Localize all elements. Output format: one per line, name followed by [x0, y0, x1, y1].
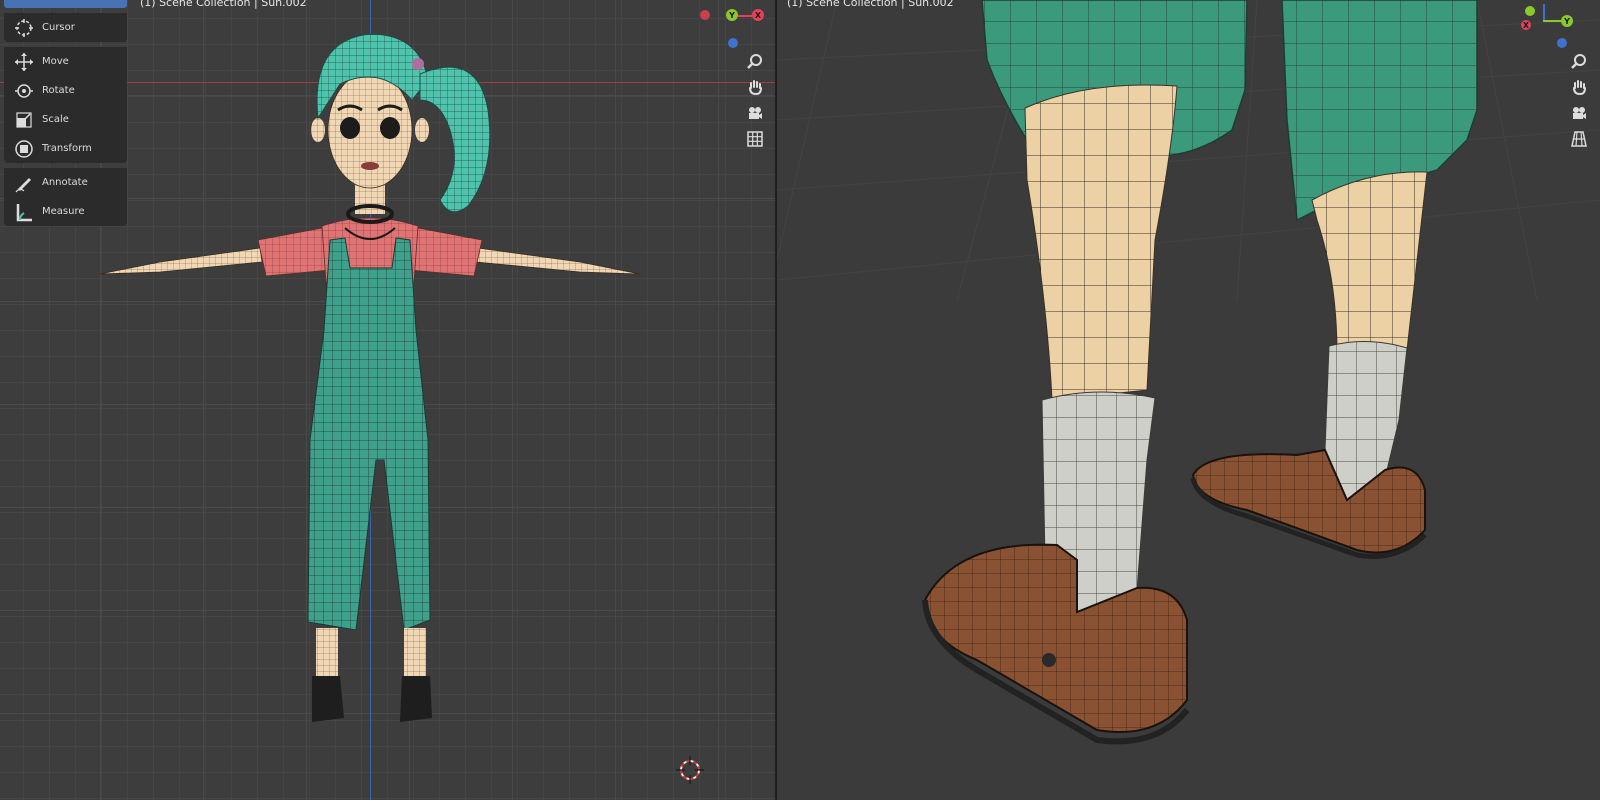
y-axis-dot[interactable]: Y: [1561, 15, 1573, 27]
move-icon: [12, 50, 36, 74]
zoom-icon[interactable]: [1568, 50, 1590, 72]
pan-hand-icon[interactable]: [1568, 76, 1590, 98]
ortho-grid-icon[interactable]: [744, 128, 766, 150]
tool-scale[interactable]: Scale: [4, 105, 127, 134]
z-axis-stem: [1543, 4, 1545, 20]
tool-cursor[interactable]: Cursor: [4, 13, 127, 42]
rotate-icon: [12, 79, 36, 103]
neg-z-dot[interactable]: [1557, 38, 1567, 48]
tool-label: Scale: [42, 114, 69, 125]
tool-annotate[interactable]: Annotate: [4, 168, 127, 197]
navigation-controls-right: [1568, 50, 1590, 150]
neg-z-dot[interactable]: [728, 38, 738, 48]
neg-x-dot[interactable]: [700, 10, 710, 20]
tool-measure[interactable]: Measure: [4, 197, 127, 226]
x-axis-dot[interactable]: X: [752, 9, 764, 21]
y-axis-dot[interactable]: Y: [726, 9, 738, 21]
tool-label: Cursor: [42, 22, 75, 33]
y-axis-stem: [1543, 20, 1563, 22]
tool-label: Move: [42, 56, 69, 67]
front-viewport[interactable]: (1) Scene Collection | Sun.002 Cursor Mo…: [0, 0, 775, 800]
x-axis-stem: [738, 15, 752, 17]
select-box-tool-active[interactable]: [4, 0, 127, 8]
navigation-controls-left: [744, 50, 766, 150]
tool-label: Measure: [42, 206, 85, 217]
measure-icon: [12, 200, 36, 224]
x-axis-dot[interactable]: X: [1521, 20, 1531, 30]
pan-hand-icon[interactable]: [744, 76, 766, 98]
tool-label: Rotate: [42, 85, 75, 96]
perspective-grid-icon[interactable]: [1568, 128, 1590, 150]
tool-label: Transform: [42, 143, 92, 154]
tool-shelf: Cursor Move Rotate Scale Transform Annot…: [4, 0, 127, 231]
scale-icon: [12, 108, 36, 132]
tool-group-transform: Move Rotate Scale Transform: [4, 47, 127, 163]
character-legs-closeup: [922, 0, 1478, 745]
tool-rotate[interactable]: Rotate: [4, 76, 127, 105]
perspective-viewport[interactable]: (1) Scene Collection | Sun.002 X Y: [777, 0, 1600, 800]
neg-y-dot[interactable]: [1525, 6, 1535, 16]
cursor-icon: [12, 16, 36, 40]
tool-group-annotate: Annotate Measure: [4, 168, 127, 226]
tool-label: Annotate: [42, 177, 88, 188]
zoom-icon[interactable]: [744, 50, 766, 72]
camera-icon[interactable]: [744, 102, 766, 124]
camera-icon[interactable]: [1568, 102, 1590, 124]
tool-move[interactable]: Move: [4, 47, 127, 76]
tool-transform[interactable]: Transform: [4, 134, 127, 163]
axis-gizmo-right[interactable]: X Y: [1519, 4, 1589, 48]
transform-icon: [12, 137, 36, 161]
tool-group-cursor: Cursor: [4, 13, 127, 42]
axis-gizmo-left[interactable]: Y X: [700, 8, 770, 48]
annotate-icon: [12, 171, 36, 195]
